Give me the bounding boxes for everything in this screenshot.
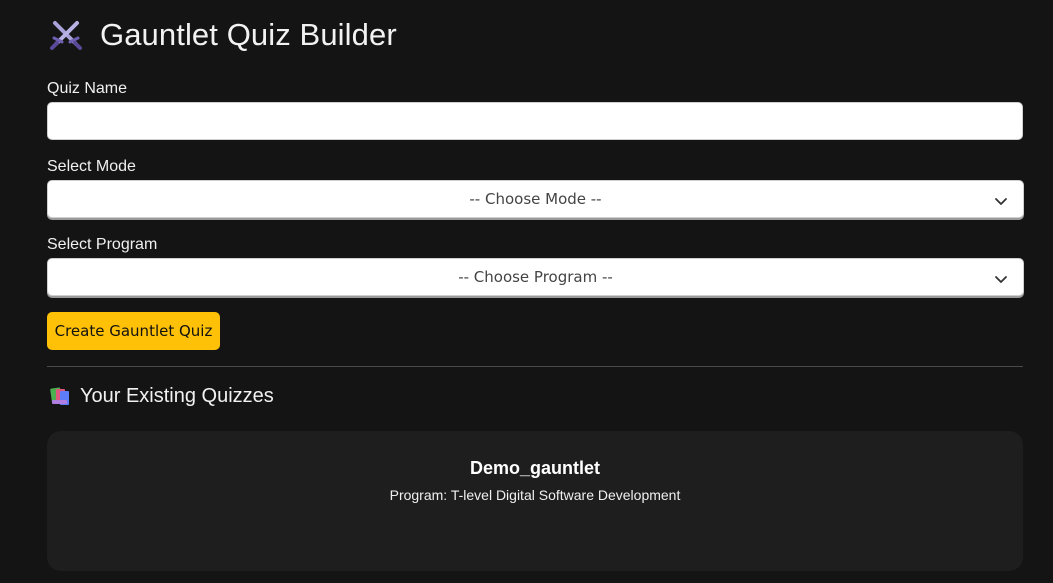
program-select[interactable]: -- Choose Program -- <box>47 258 1024 296</box>
create-gauntlet-quiz-button[interactable]: Create Gauntlet Quiz <box>47 312 220 350</box>
program-select-value: -- Choose Program -- <box>458 268 613 286</box>
header: Gauntlet Quiz Builder <box>48 14 397 56</box>
crossed-swords-icon <box>48 17 84 53</box>
divider <box>47 366 1023 367</box>
chevron-down-icon <box>994 194 1008 205</box>
quiz-name-input[interactable] <box>47 102 1023 140</box>
quiz-card-program: Program: T-level Digital Software Develo… <box>389 487 681 503</box>
quiz-name-label: Quiz Name <box>47 80 128 97</box>
select-mode-label: Select Mode <box>47 158 136 175</box>
existing-quizzes-title: Your Existing Quizzes <box>80 384 274 407</box>
books-icon <box>48 385 72 407</box>
quiz-card-title: Demo_gauntlet <box>469 458 601 478</box>
select-program-label: Select Program <box>47 236 158 253</box>
quiz-builder-page: Gauntlet Quiz Builder Quiz Name Select M… <box>0 0 1053 583</box>
quiz-card[interactable]: Demo_gauntlet Program: T-level Digital S… <box>47 431 1023 571</box>
page-title: Gauntlet Quiz Builder <box>100 17 397 52</box>
chevron-down-icon <box>994 272 1008 283</box>
mode-select[interactable]: -- Choose Mode -- <box>47 180 1024 218</box>
existing-quizzes-header: Your Existing Quizzes <box>48 383 274 409</box>
mode-select-value: -- Choose Mode -- <box>469 190 602 208</box>
